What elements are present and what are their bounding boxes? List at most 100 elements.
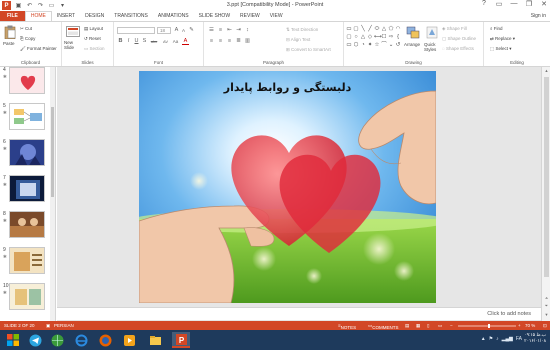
tab-file[interactable]: FILE bbox=[0, 11, 25, 21]
thumbnail-scrollbar[interactable] bbox=[50, 67, 55, 321]
quick-styles-icon[interactable] bbox=[426, 26, 438, 39]
shape-option-icon[interactable]: ▭ bbox=[346, 26, 352, 33]
bullets-icon[interactable]: ☰ bbox=[208, 27, 215, 34]
layout-button[interactable]: ▤ Layout bbox=[84, 26, 103, 32]
shape-option-icon[interactable]: ☐ bbox=[381, 34, 387, 41]
tray-arrow-icon[interactable]: ▲ bbox=[481, 336, 486, 342]
zoom-level[interactable]: 70 % bbox=[525, 323, 535, 328]
shape-option-icon[interactable]: △ bbox=[360, 34, 366, 41]
numbering-icon[interactable]: ≡ bbox=[217, 27, 224, 34]
slide-sorter-icon[interactable]: ▦ bbox=[416, 323, 420, 329]
scroll-up-icon[interactable]: ▲ bbox=[543, 68, 550, 73]
shape-option-icon[interactable]: ⬭ bbox=[374, 26, 380, 33]
bold-button[interactable]: B bbox=[117, 38, 124, 45]
format-painter-button[interactable]: 🖌 Format Painter bbox=[20, 46, 57, 52]
slide-thumbnail-row[interactable]: 10 ✱ bbox=[0, 283, 55, 313]
comments-button[interactable]: ▭ COMMENTS bbox=[368, 323, 399, 330]
slide-thumbnail-row[interactable]: 8 ✱ bbox=[0, 211, 55, 241]
strikethrough-button[interactable]: abc bbox=[149, 38, 159, 45]
shape-option-icon[interactable]: ○ bbox=[353, 34, 359, 41]
tab-slide-show[interactable]: SLIDE SHOW bbox=[194, 11, 235, 21]
shapes-gallery[interactable]: ▭ ▢ ╲ ╱ ⬭ △ ⬠ ◠ ▢ ○ △ ◇ ⟷ ☐ ⇨{▭ ⬡ ◔ ✦ ☆ ⌒ ⌄ ↺ bbox=[346, 26, 401, 52]
shape-option-icon[interactable]: ⌒ bbox=[381, 42, 387, 49]
tab-insert[interactable]: INSERT bbox=[52, 11, 80, 21]
tab-view[interactable]: VIEW bbox=[265, 11, 288, 21]
arrange-icon[interactable] bbox=[406, 26, 420, 39]
shape-option-icon[interactable]: ▭ bbox=[346, 42, 352, 49]
convert-smartart-button[interactable]: ⊞ Convert to SmartArt bbox=[286, 47, 331, 53]
clock[interactable]: ۰۹:۱۵ ب.ظ ۲۰۱۶/۰۱/۰۸ bbox=[524, 332, 546, 344]
flag-icon[interactable]: ⚑ bbox=[489, 336, 493, 342]
volume-icon[interactable]: ♪ bbox=[496, 336, 499, 342]
close-button[interactable]: ✕ bbox=[540, 0, 548, 8]
reading-view-icon[interactable]: ▯ bbox=[427, 323, 429, 329]
normal-view-icon[interactable]: ▤ bbox=[405, 323, 409, 329]
grow-font-button[interactable]: A bbox=[173, 27, 180, 34]
align-center-icon[interactable]: ≡ bbox=[217, 38, 224, 45]
align-text-button[interactable]: ⊟ Align Text bbox=[286, 37, 310, 43]
notes-pane[interactable]: Click to add notes bbox=[57, 307, 541, 320]
shape-option-icon[interactable]: ⌄ bbox=[388, 42, 394, 49]
slide-thumbnail-row[interactable]: 6 ✱ bbox=[0, 139, 55, 169]
slide-thumbnail-row[interactable]: 9 ✱ bbox=[0, 247, 55, 277]
shape-option-icon[interactable]: ◔ bbox=[360, 42, 366, 49]
internet-explorer-icon[interactable] bbox=[72, 332, 90, 348]
underline-button[interactable]: U bbox=[133, 38, 140, 45]
font-color-button[interactable]: A bbox=[182, 38, 189, 45]
language-indicator[interactable]: FA bbox=[516, 336, 522, 342]
paste-button[interactable]: Paste bbox=[3, 41, 15, 46]
align-left-icon[interactable]: ≡ bbox=[208, 38, 215, 45]
slide-thumbnail[interactable] bbox=[9, 211, 45, 238]
media-player-icon[interactable] bbox=[120, 332, 138, 348]
file-explorer-icon[interactable] bbox=[146, 332, 164, 348]
shape-option-icon[interactable]: ⬠ bbox=[388, 26, 394, 33]
slide-thumbnail-row[interactable]: 7 ✱ bbox=[0, 175, 55, 205]
slide-thumbnail[interactable] bbox=[9, 139, 45, 166]
change-case-button[interactable]: Aa bbox=[171, 38, 180, 45]
firefox-icon[interactable] bbox=[96, 332, 114, 348]
decrease-indent-icon[interactable]: ⇤ bbox=[226, 27, 233, 34]
columns-icon[interactable]: ▥ bbox=[244, 38, 251, 45]
slide-scrollbar[interactable]: ▲ ⏶ ⏷ ▼ bbox=[541, 67, 550, 321]
slide-thumbnail[interactable] bbox=[9, 247, 45, 274]
shape-option-icon[interactable]: ▢ bbox=[346, 34, 352, 41]
justify-icon[interactable]: ≣ bbox=[235, 38, 242, 45]
shape-option-icon[interactable]: ✦ bbox=[367, 42, 373, 49]
language-indicator[interactable]: PERSIAN bbox=[54, 323, 74, 328]
shape-outline-button[interactable]: ▢ Shape Outline bbox=[442, 36, 476, 42]
clear-formatting-icon[interactable]: ✎ bbox=[188, 27, 195, 34]
cut-button[interactable]: ✂ Cut bbox=[20, 26, 32, 32]
slide-thumbnail-row[interactable]: 5 ✱ bbox=[0, 103, 55, 133]
zoom-out-button[interactable]: − bbox=[450, 323, 453, 328]
scrollbar-thumb[interactable] bbox=[544, 77, 549, 277]
shape-option-icon[interactable]: ↺ bbox=[395, 42, 401, 49]
select-button[interactable]: ⬚ Select ▾ bbox=[490, 46, 512, 52]
quick-styles-button[interactable]: Quick Styles bbox=[424, 42, 440, 52]
line-spacing-icon[interactable]: ↕ bbox=[244, 27, 251, 34]
tab-animations[interactable]: ANIMATIONS bbox=[153, 11, 194, 21]
restore-button[interactable]: ❐ bbox=[525, 0, 533, 8]
find-button[interactable]: ⌕ Find bbox=[490, 26, 503, 31]
fit-to-window-icon[interactable]: ⊡ bbox=[543, 323, 547, 329]
scrollbar-thumb[interactable] bbox=[51, 107, 54, 197]
spelling-icon[interactable]: ▣ bbox=[46, 323, 50, 329]
shape-option-icon[interactable]: { bbox=[395, 34, 401, 41]
arrange-button[interactable]: Arrange bbox=[404, 42, 420, 47]
paste-icon[interactable] bbox=[4, 25, 16, 39]
font-size-combo[interactable]: 18 bbox=[157, 27, 171, 34]
tab-design[interactable]: DESIGN bbox=[80, 11, 109, 21]
slide-title[interactable]: دلبستگی و روابط پایدار bbox=[139, 81, 436, 94]
slideshow-view-icon[interactable]: ▭ bbox=[438, 323, 442, 329]
copy-button[interactable]: ⎘ Copy bbox=[20, 36, 35, 41]
slide-thumbnail[interactable] bbox=[9, 103, 45, 130]
notes-placeholder[interactable]: Click to add notes bbox=[487, 311, 531, 317]
slide-thumbnail-row[interactable]: 4 ✱ bbox=[0, 67, 55, 97]
tab-review[interactable]: REVIEW bbox=[235, 11, 265, 21]
shape-effects-button[interactable]: ◌ Shape Effects bbox=[442, 46, 474, 51]
shrink-font-button[interactable]: A bbox=[180, 27, 187, 34]
current-slide[interactable]: دلبستگی و روابط پایدار bbox=[139, 71, 436, 303]
shape-option-icon[interactable]: ⬡ bbox=[353, 42, 359, 49]
font-name-combo[interactable] bbox=[117, 27, 155, 34]
telegram-icon[interactable] bbox=[26, 332, 44, 348]
shape-fill-button[interactable]: ◈ Shape Fill bbox=[442, 26, 467, 32]
